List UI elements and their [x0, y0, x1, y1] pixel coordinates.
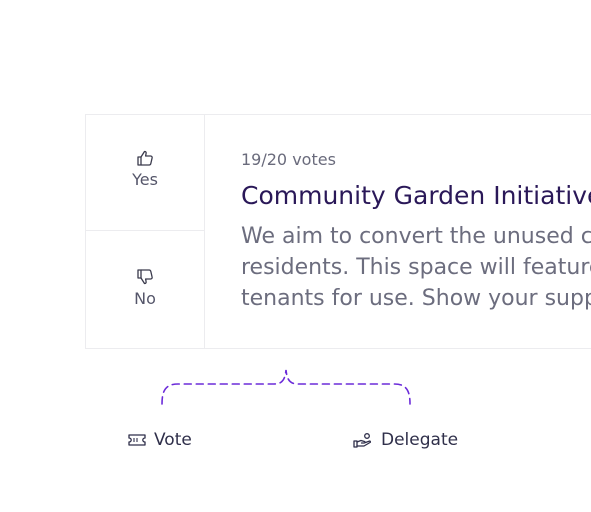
hand-coin-icon	[353, 433, 372, 448]
ticket-icon	[128, 434, 146, 446]
dashed-bracket	[161, 369, 411, 405]
governance-screen: Yes No 19/20 votes Community Garden Init…	[0, 0, 591, 512]
proposal-description: We aim to convert the unused co resident…	[241, 221, 591, 314]
proposal-title[interactable]: Community Garden Initiative	[241, 181, 591, 211]
delegate-action-label: Delegate	[381, 430, 459, 450]
vote-count: 19/20 votes	[241, 150, 336, 169]
no-label: No	[134, 289, 156, 308]
no-vote-button[interactable]: No	[86, 232, 204, 348]
vote-action-label: Vote	[154, 430, 192, 450]
thumbs-down-icon	[137, 269, 153, 285]
description-line: We aim to convert the unused co	[241, 224, 591, 249]
thumbs-up-icon	[137, 150, 153, 166]
yes-vote-button[interactable]: Yes	[86, 115, 204, 231]
vote-column: Yes No	[86, 115, 205, 348]
description-line: tenants for use. Show your supp	[241, 286, 591, 311]
description-line: residents. This space will feature	[241, 255, 591, 280]
proposal-card: Yes No 19/20 votes Community Garden Init…	[85, 114, 591, 349]
vote-action[interactable]: Vote	[128, 430, 192, 450]
yes-label: Yes	[132, 170, 158, 189]
delegate-action[interactable]: Delegate	[353, 430, 458, 450]
proposal-content: 19/20 votes Community Garden Initiative …	[241, 149, 591, 314]
